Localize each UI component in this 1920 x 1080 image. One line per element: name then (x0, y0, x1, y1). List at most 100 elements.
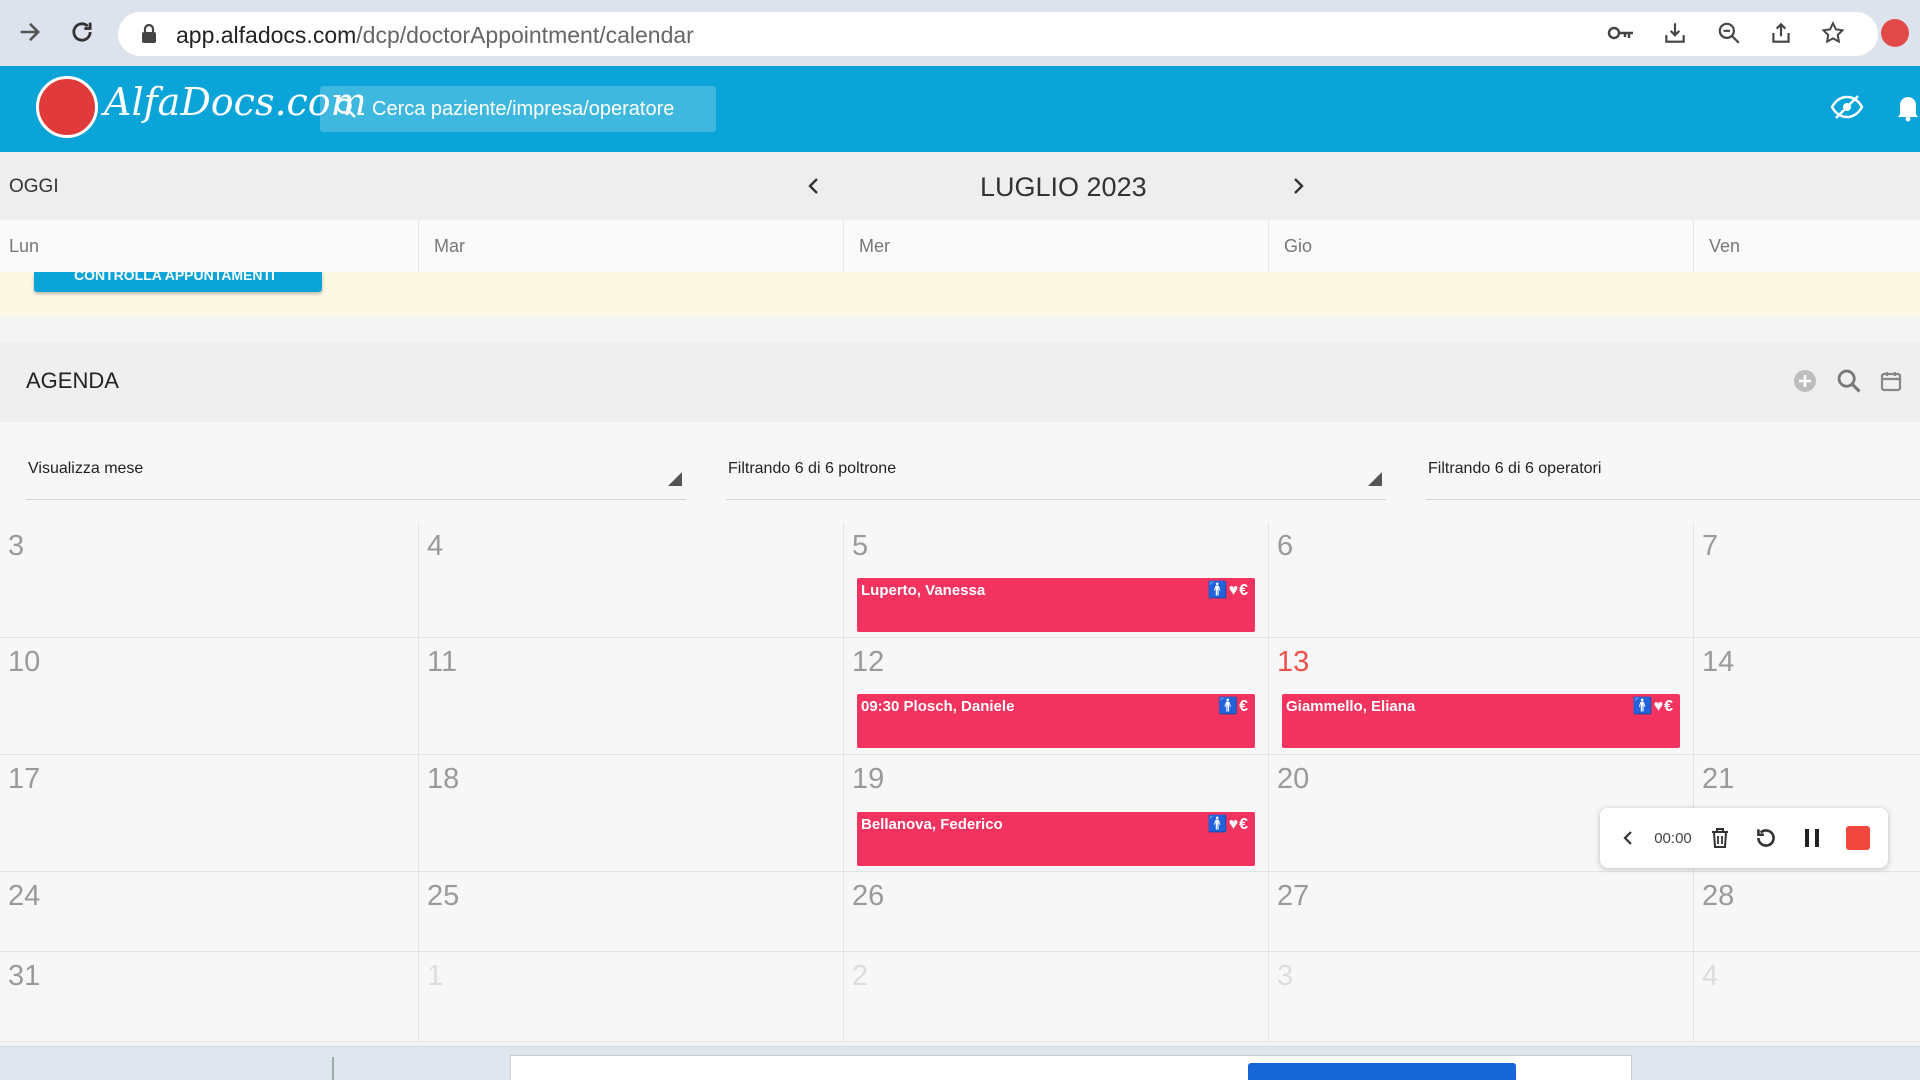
search-icon[interactable] (1834, 366, 1864, 396)
day-number: 18 (427, 763, 460, 795)
url-path: /dcp/doctorAppointment/calendar (356, 22, 694, 48)
notice-banner: CONTROLLA APPUNTAMENTI (0, 272, 1920, 316)
column-divider (843, 220, 844, 272)
appointment-status-icons: 🚹♥€ (1207, 582, 1249, 599)
appointment-label: 09:30 Plosch, Daniele (861, 698, 1015, 715)
weekday-label: Mar (434, 236, 465, 256)
logo-icon[interactable] (36, 76, 98, 138)
calendar-icon[interactable] (1876, 366, 1906, 396)
agenda-filters: Visualizza mese Filtrando 6 di 6 poltron… (0, 422, 1920, 522)
day-number: 2 (852, 960, 869, 992)
check-appointments-button[interactable]: CONTROLLA APPUNTAMENTI (34, 272, 322, 292)
day-cell[interactable]: 25 (419, 872, 844, 952)
day-number: 25 (427, 880, 460, 912)
appointment-status-icons: 🚹♥€ (1632, 698, 1674, 715)
privacy-eye-icon[interactable] (1830, 94, 1864, 125)
day-cell[interactable]: 26 (844, 872, 1269, 952)
bottom-divider (332, 1057, 334, 1080)
weekday-label: Mer (859, 236, 890, 256)
day-cell[interactable]: 27 (1269, 872, 1694, 952)
add-circle-icon[interactable] (1790, 366, 1820, 396)
reload-icon[interactable] (64, 14, 100, 50)
stop-icon (1846, 826, 1870, 850)
day-cell[interactable]: 6 (1269, 522, 1694, 638)
day-number: 20 (1277, 763, 1310, 795)
day-cell[interactable]: 31 (0, 952, 419, 1042)
bottom-action-button[interactable] (1248, 1063, 1516, 1080)
recording-time: 00:00 (1654, 829, 1692, 847)
day-number: 24 (8, 880, 41, 912)
day-number: 3 (8, 530, 25, 562)
chairs-filter-value: Filtrando 6 di 6 poltrone (728, 460, 897, 477)
day-number: 4 (427, 530, 444, 562)
collapse-chevron-icon[interactable] (1616, 822, 1640, 854)
appointment-event[interactable]: Luperto, Vanessa 🚹♥€ (857, 578, 1255, 632)
view-select[interactable]: Visualizza mese (26, 460, 686, 500)
forward-icon[interactable] (12, 14, 48, 50)
today-day-number: 13 (1277, 646, 1310, 678)
bookmark-star-icon[interactable] (1818, 18, 1848, 48)
day-number: 7 (1702, 530, 1719, 562)
weekday-header: Lun Mar Mer Gio Ven (0, 220, 1920, 272)
day-number: 12 (852, 646, 885, 678)
day-number: 27 (1277, 880, 1310, 912)
weekday-label: Lun (9, 236, 40, 256)
zoom-icon[interactable] (1714, 18, 1744, 48)
month-grid: 3 4 5 6 7 10 11 12 13 14 17 18 19 20 21 … (0, 522, 1920, 1042)
today-button[interactable]: OGGI (9, 176, 59, 198)
appointment-label: Bellanova, Federico (861, 816, 1003, 833)
day-number: 19 (852, 763, 885, 795)
app-header: AlfaDocs.com Cerca paziente/impresa/oper… (0, 66, 1920, 152)
pause-icon[interactable] (1796, 822, 1828, 854)
day-cell-other-month[interactable]: 1 (419, 952, 844, 1042)
prev-month-button[interactable] (800, 172, 828, 200)
key-icon[interactable] (1606, 18, 1636, 48)
trash-icon[interactable] (1704, 822, 1736, 854)
day-cell-other-month[interactable]: 2 (844, 952, 1269, 1042)
appointment-label: Luperto, Vanessa (861, 582, 986, 599)
restart-icon[interactable] (1750, 822, 1782, 854)
day-cell[interactable]: 3 (0, 522, 419, 638)
search-icon (334, 96, 358, 125)
view-select-value: Visualizza mese (28, 460, 144, 477)
day-number: 3 (1277, 960, 1294, 992)
day-number: 14 (1702, 646, 1735, 678)
day-number: 31 (8, 960, 41, 992)
appointment-label: Giammello, Eliana (1286, 698, 1416, 715)
day-cell[interactable]: 7 (1694, 522, 1920, 638)
day-cell[interactable]: 4 (419, 522, 844, 638)
share-icon[interactable] (1766, 18, 1796, 48)
appointment-status-icons: 🚹♥€ (1207, 816, 1249, 833)
bell-icon[interactable] (1896, 92, 1920, 127)
day-cell-other-month[interactable]: 3 (1269, 952, 1694, 1042)
day-cell[interactable]: 11 (419, 638, 844, 755)
column-divider (1268, 220, 1269, 272)
agenda-title: AGENDA (26, 368, 119, 393)
column-divider (1693, 220, 1694, 272)
day-cell[interactable]: 17 (0, 755, 419, 872)
day-number: 21 (1702, 763, 1735, 795)
check-appointments-label: CONTROLLA APPUNTAMENTI (74, 272, 275, 283)
search-input[interactable]: Cerca paziente/impresa/operatore (320, 86, 716, 132)
day-cell[interactable]: 18 (419, 755, 844, 872)
appointment-event[interactable]: Giammello, Eliana 🚹♥€ (1282, 694, 1680, 748)
day-cell[interactable]: 14 (1694, 638, 1920, 755)
appointment-event[interactable]: Bellanova, Federico 🚹♥€ (857, 812, 1255, 866)
chairs-filter-select[interactable]: Filtrando 6 di 6 poltrone (726, 460, 1386, 500)
day-cell[interactable]: 10 (0, 638, 419, 755)
next-month-button[interactable] (1284, 172, 1312, 200)
extension-icon[interactable] (1880, 18, 1910, 48)
weekday-label: Gio (1284, 236, 1313, 256)
day-cell-other-month[interactable]: 4 (1694, 952, 1920, 1042)
day-number: 10 (8, 646, 41, 678)
day-cell[interactable]: 28 (1694, 872, 1920, 952)
column-divider (418, 220, 419, 272)
day-cell[interactable]: 24 (0, 872, 419, 952)
day-number: 11 (427, 646, 458, 678)
day-number: 26 (852, 880, 885, 912)
appointment-event[interactable]: 09:30 Plosch, Daniele 🚹€ (857, 694, 1255, 748)
operators-filter-select[interactable]: Filtrando 6 di 6 operatori (1426, 460, 1920, 500)
stop-recording-button[interactable] (1842, 822, 1874, 854)
install-icon[interactable] (1660, 18, 1690, 48)
day-number: 6 (1277, 530, 1294, 562)
